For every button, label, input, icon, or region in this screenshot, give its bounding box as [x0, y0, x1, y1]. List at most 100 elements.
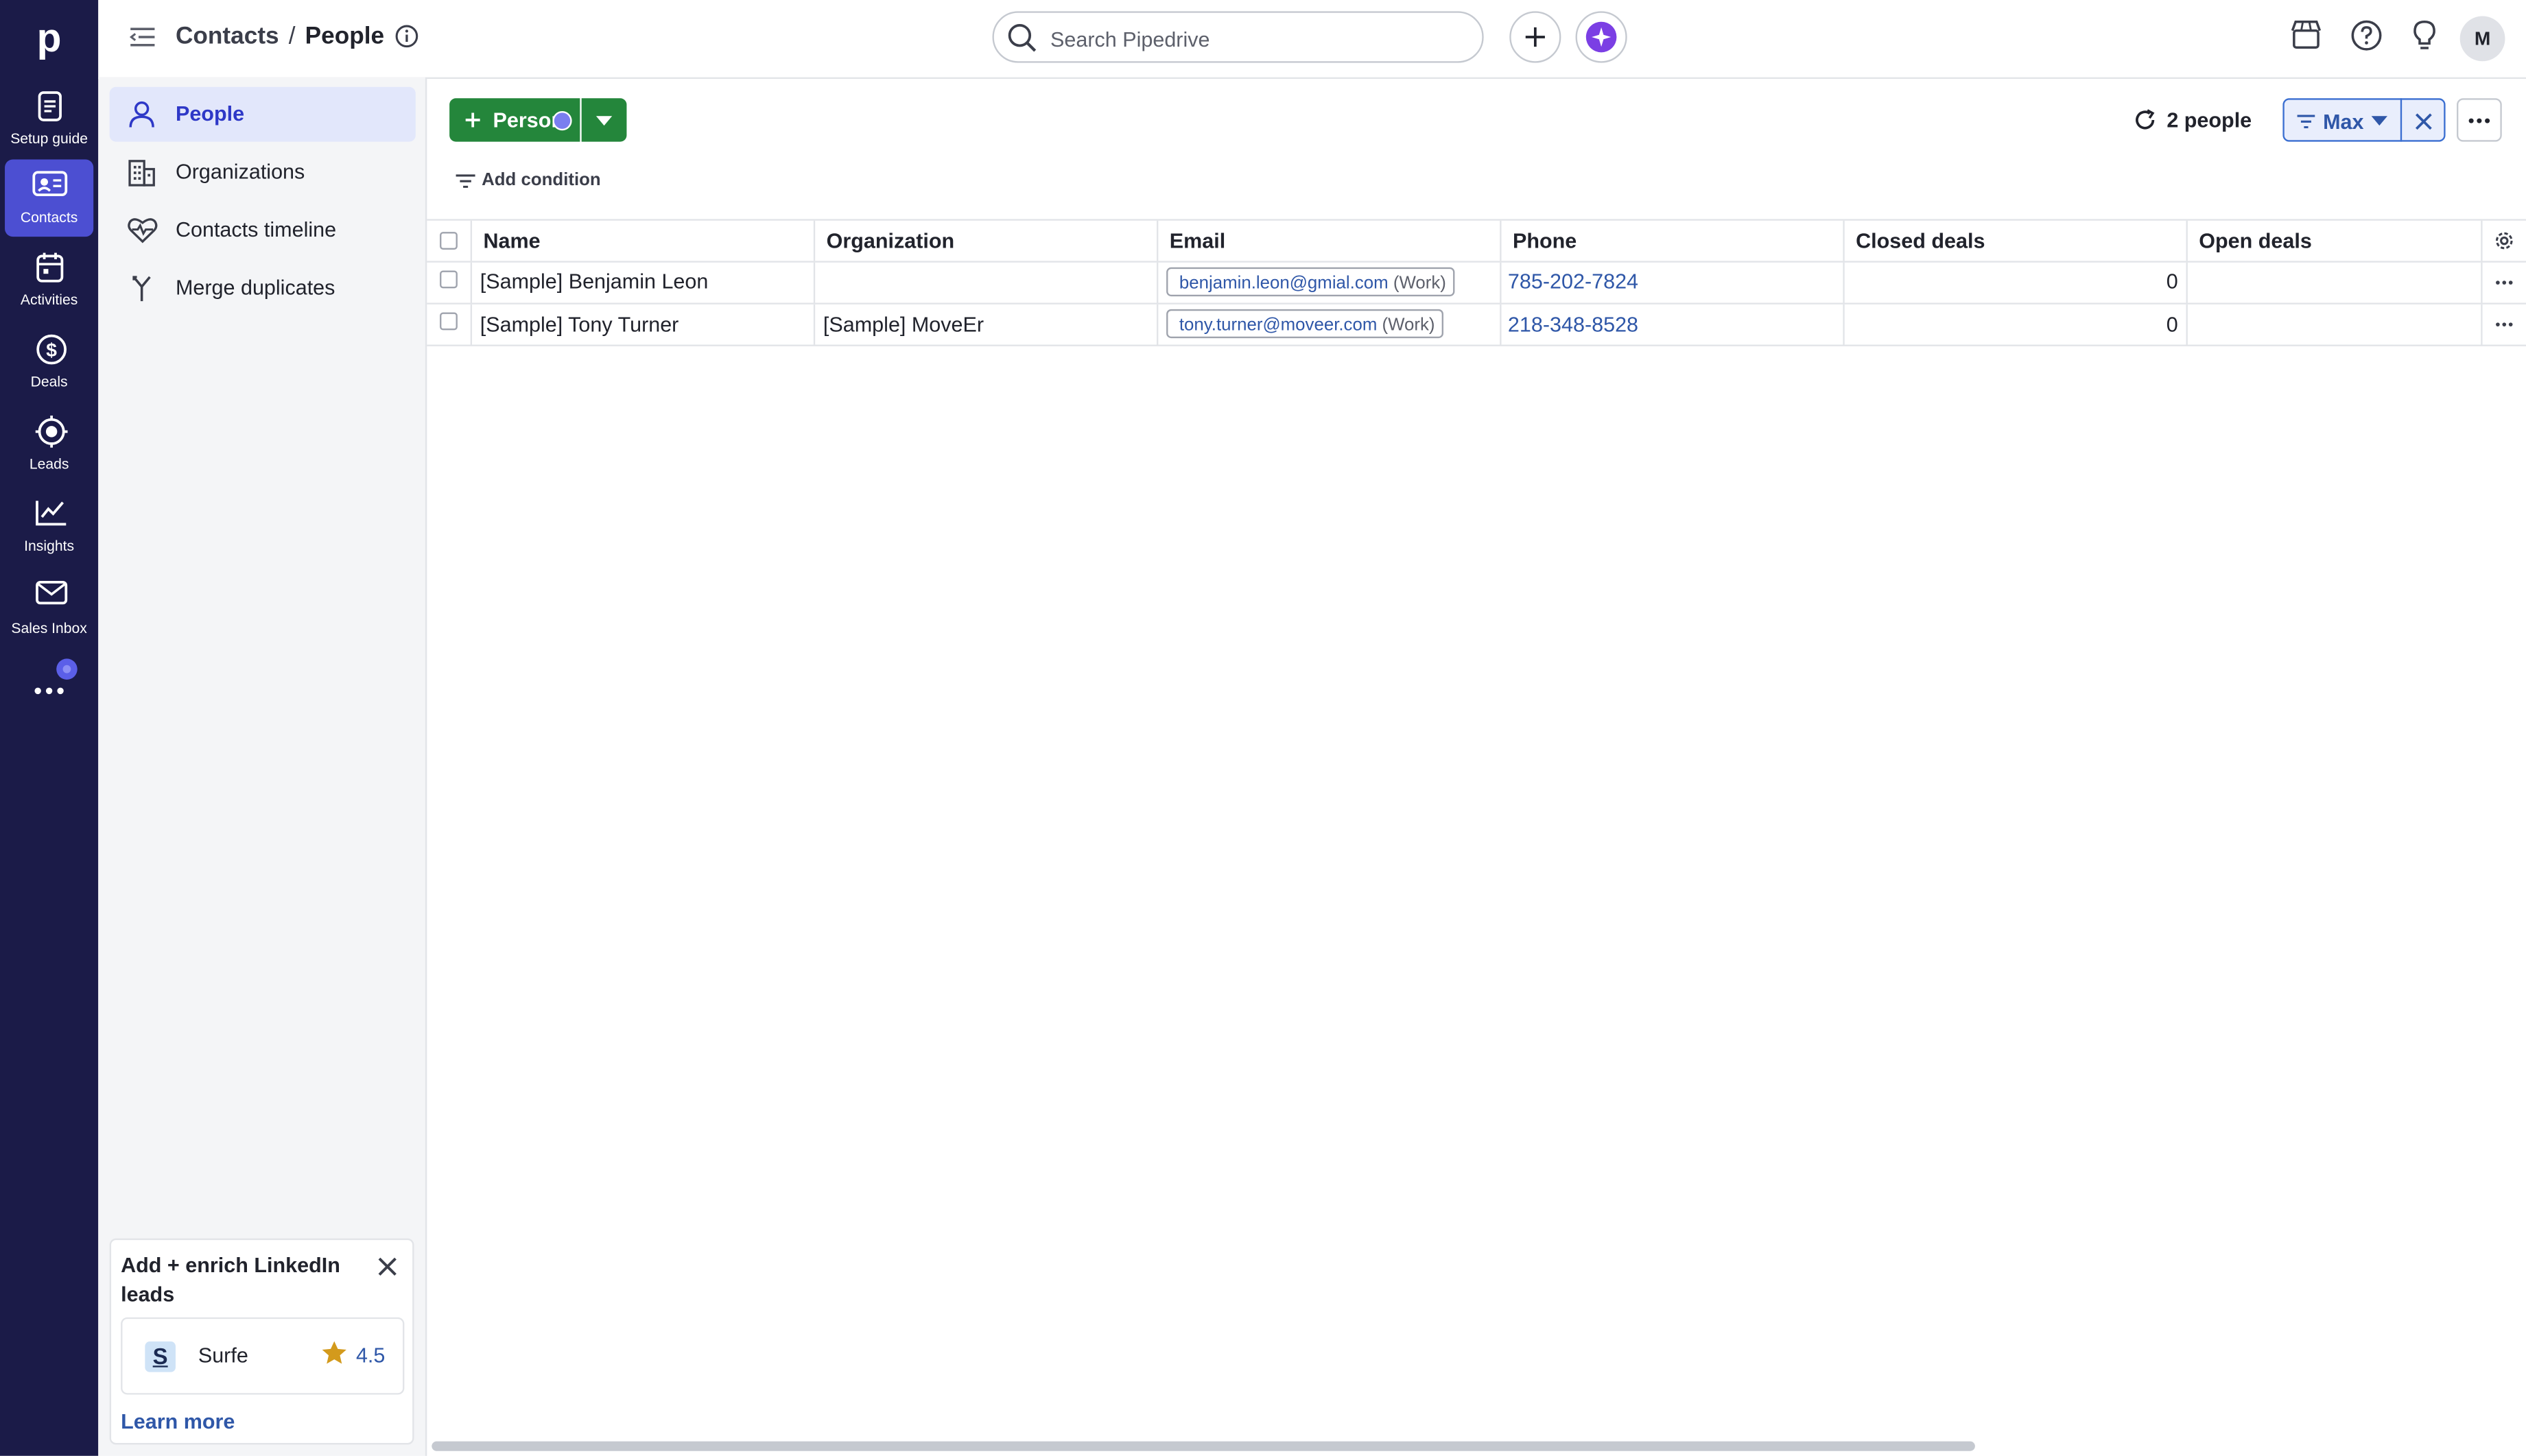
table-row[interactable]: [Sample] Tony Turner [Sample] MoveEr ton… [427, 304, 2526, 346]
more-icon[interactable] [34, 686, 64, 695]
filter-selector[interactable]: Max [2282, 98, 2446, 142]
page-title: People [305, 22, 385, 50]
cell-email[interactable]: benjamin.leon@gmial.com (Work) [1158, 262, 1502, 303]
lightbulb-icon[interactable] [2410, 19, 2439, 51]
top-header: Contacts / People M [98, 0, 2526, 80]
column-header-label: Phone [1512, 228, 1577, 253]
cell-organization[interactable] [815, 262, 1159, 303]
dollar-icon: $ [36, 334, 67, 365]
email-type: (Work) [1393, 274, 1446, 294]
phone-link[interactable]: 785-202-7824 [1508, 269, 1638, 293]
cell-name[interactable]: [Sample] Benjamin Leon [472, 262, 816, 303]
column-settings-cell [2483, 221, 2526, 261]
main-content: Person Add condition 2 people Max Name O… [427, 77, 2526, 1456]
column-header-label: Organization [826, 228, 955, 253]
notification-dot [56, 658, 78, 680]
user-avatar[interactable]: M [2459, 16, 2505, 62]
nav-item-insights[interactable]: Insights [5, 488, 93, 566]
phone-link[interactable]: 218-348-8528 [1508, 313, 1638, 337]
column-header-name[interactable]: Name [472, 220, 816, 261]
surfe-logo: S [145, 1341, 176, 1372]
building-icon [128, 160, 155, 187]
row-actions-cell [2483, 263, 2526, 303]
sidepanel-item-contacts-timeline[interactable]: Contacts timeline [110, 203, 416, 258]
cell-organization[interactable]: [Sample] MoveEr [815, 304, 1159, 345]
sidepanel-item-merge-duplicates[interactable]: Merge duplicates [110, 261, 416, 315]
add-person-button[interactable]: Person [449, 98, 580, 142]
column-header-organization[interactable]: Organization [815, 220, 1159, 261]
nav-item-activities[interactable]: Activities [5, 241, 93, 319]
cell-name[interactable]: [Sample] Tony Turner [472, 304, 816, 345]
email-address[interactable]: tony.turner@moveer.com [1179, 315, 1377, 335]
heart-pulse-icon [128, 218, 158, 243]
row-more-icon[interactable] [2495, 322, 2513, 327]
ai-assistant-button[interactable] [1575, 11, 1627, 63]
pipedrive-logo[interactable]: p [0, 10, 98, 68]
cell-phone[interactable]: 218-348-8528 [1502, 304, 1845, 345]
row-actions-cell [2483, 305, 2526, 345]
table-row[interactable]: [Sample] Benjamin Leon benjamin.leon@gmi… [427, 262, 2526, 305]
person-name[interactable]: [Sample] Tony Turner [480, 313, 679, 337]
clear-filter-icon[interactable] [2415, 112, 2433, 130]
cell-closed-deals[interactable]: 0 [1845, 262, 2188, 303]
add-options-dropdown[interactable] [581, 98, 627, 142]
column-header-email[interactable]: Email [1158, 220, 1502, 261]
row-checkbox[interactable] [440, 270, 458, 289]
nav-label: Insights [24, 538, 75, 554]
organization-name[interactable]: [Sample] MoveEr [823, 313, 984, 337]
email-chip[interactable]: benjamin.leon@gmial.com (Work) [1166, 267, 1454, 297]
filter-icon [456, 174, 475, 187]
row-checkbox[interactable] [440, 312, 458, 331]
sidepanel-item-organizations[interactable]: Organizations [110, 145, 416, 200]
menu-collapse-icon[interactable] [129, 26, 156, 49]
cell-open-deals[interactable] [2188, 262, 2483, 303]
promo-app-card[interactable]: S Surfe 4.5 [121, 1317, 405, 1395]
quick-add-button[interactable] [1509, 11, 1561, 63]
marketplace-icon[interactable] [2291, 19, 2322, 50]
nav-item-sales-inbox[interactable]: Sales Inbox [5, 570, 93, 647]
cell-email[interactable]: tony.turner@moveer.com (Work) [1158, 304, 1502, 345]
plus-icon [465, 112, 480, 128]
add-condition-button[interactable]: Add condition [456, 171, 601, 190]
promo-app-name: Surfe [198, 1343, 248, 1368]
sidepanel-item-people[interactable]: People [109, 86, 416, 142]
email-address[interactable]: benjamin.leon@gmial.com [1179, 274, 1389, 293]
refresh-icon[interactable] [2133, 108, 2157, 132]
nav-rail: p Setup guide Contacts Activities $ Deal… [0, 0, 99, 1456]
select-all-checkbox[interactable] [440, 232, 458, 250]
cell-closed-deals[interactable]: 0 [1845, 304, 2188, 345]
email-type: (Work) [1382, 315, 1435, 335]
help-icon[interactable] [2350, 19, 2383, 51]
row-select-cell [427, 262, 473, 303]
column-header-label: Name [483, 228, 541, 253]
info-icon[interactable] [394, 24, 418, 48]
breadcrumb-parent[interactable]: Contacts [176, 23, 279, 50]
close-icon[interactable] [377, 1256, 398, 1278]
search-bar[interactable] [992, 11, 1484, 63]
header-select-cell [427, 220, 473, 261]
row-more-icon[interactable] [2495, 281, 2513, 285]
email-chip[interactable]: tony.turner@moveer.com (Work) [1166, 309, 1443, 339]
more-actions-button[interactable] [2457, 98, 2502, 142]
settings-gear-icon[interactable] [2494, 230, 2515, 252]
nav-item-leads[interactable]: Leads [5, 406, 93, 484]
contacts-sidepanel: People Organizations Contacts timeline M… [98, 77, 427, 1456]
cell-phone[interactable]: 785-202-7824 [1502, 262, 1845, 303]
person-name[interactable]: [Sample] Benjamin Leon [480, 269, 709, 293]
nav-item-setup-guide[interactable]: Setup guide [5, 80, 93, 158]
column-header-label: Email [1169, 228, 1226, 253]
sidepanel-item-label: Contacts timeline [175, 217, 337, 242]
marketplace-promo-card: Add + enrich LinkedIn leads S Surfe 4.5 … [109, 1238, 414, 1445]
nav-item-contacts[interactable]: Contacts [5, 159, 94, 237]
column-header-phone[interactable]: Phone [1502, 220, 1845, 261]
search-input[interactable] [1047, 22, 1456, 55]
onboarding-hint-dot[interactable] [552, 111, 572, 131]
nav-label: Sales Inbox [11, 620, 87, 636]
nav-item-deals[interactable]: $ Deals [5, 324, 93, 401]
column-header-closed-deals[interactable]: Closed deals [1845, 220, 2188, 261]
horizontal-scrollbar[interactable] [432, 1441, 1975, 1451]
nav-label: Setup guide [10, 130, 88, 147]
cell-open-deals[interactable] [2188, 304, 2483, 345]
learn-more-link[interactable]: Learn more [121, 1409, 235, 1433]
column-header-open-deals[interactable]: Open deals [2188, 220, 2483, 261]
